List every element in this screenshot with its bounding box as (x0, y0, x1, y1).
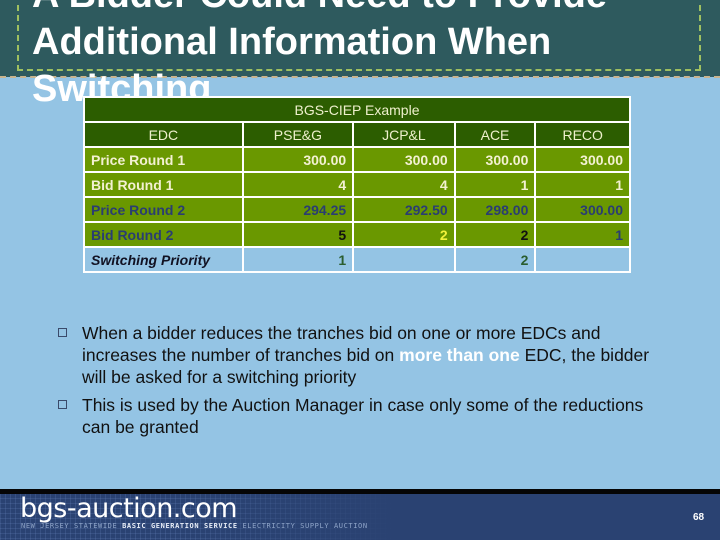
cell-reco: 300.00 (534, 146, 631, 173)
bgs-auction-logo: bgs-auction.com (20, 493, 238, 524)
cell-jcpl: 2 (352, 221, 456, 248)
row-label: Bid Round 1 (83, 171, 244, 198)
table-title: BGS-CIEP Example (83, 96, 631, 123)
title-line-1: A Bidder Could Need to Provide (32, 0, 607, 19)
cell-jcpl (352, 246, 456, 273)
square-bullet-icon (58, 328, 67, 337)
column-header-edc: EDC (83, 121, 244, 148)
column-header-ace: ACE (453, 121, 537, 148)
bullet-text: This is used by the Auction Manager in c… (82, 395, 644, 437)
cell-reco: 1 (534, 171, 631, 198)
bullet-highlight: more than one (399, 345, 520, 365)
cell-reco: 1 (534, 221, 631, 248)
page-number: 68 (693, 512, 705, 523)
column-header-pseg: PSE&G (241, 121, 355, 148)
tagline-part-a: NEW JERSEY STATEWIDE (21, 522, 123, 530)
cell-pseg: 1 (241, 246, 355, 273)
table-row-switching-priority: Switching Priority 1 2 (83, 246, 631, 273)
table-row-bid-round-2: Bid Round 2 5 2 2 1 (83, 221, 631, 248)
row-label: Bid Round 2 (83, 221, 244, 248)
cell-ace: 300.00 (453, 146, 537, 173)
cell-jcpl: 292.50 (352, 196, 456, 223)
bullet-list: When a bidder reduces the tranches bid o… (56, 322, 656, 444)
cell-ace: 2 (453, 246, 537, 273)
table-title-row: BGS-CIEP Example (83, 96, 631, 123)
cell-reco: 300.00 (534, 196, 631, 223)
tagline-part-c: ELECTRICITY SUPPLY AUCTION (237, 522, 368, 530)
cell-ace: 1 (453, 171, 537, 198)
column-header-jcpl: JCP&L (352, 121, 456, 148)
cell-pseg: 4 (241, 171, 355, 198)
cell-jcpl: 300.00 (352, 146, 456, 173)
cell-pseg: 294.25 (241, 196, 355, 223)
cell-pseg: 5 (241, 221, 355, 248)
column-header-reco: RECO (534, 121, 631, 148)
footer-gradient (180, 494, 720, 540)
table-row-bid-round-1: Bid Round 1 4 4 1 1 (83, 171, 631, 198)
table-row-price-round-2: Price Round 2 294.25 292.50 298.00 300.0… (83, 196, 631, 223)
bullet-item: When a bidder reduces the tranches bid o… (56, 322, 656, 388)
cell-jcpl: 4 (352, 171, 456, 198)
cell-ace: 2 (453, 221, 537, 248)
bgs-ciep-example-table: BGS-CIEP Example EDC PSE&G JCP&L ACE REC… (83, 96, 631, 273)
cell-reco (534, 246, 631, 273)
table-row-price-round-1: Price Round 1 300.00 300.00 300.00 300.0… (83, 146, 631, 173)
footer-tagline: NEW JERSEY STATEWIDE BASIC GENERATION SE… (21, 522, 368, 530)
cell-ace: 298.00 (453, 196, 537, 223)
table-header-row: EDC PSE&G JCP&L ACE RECO (83, 121, 631, 148)
cell-pseg: 300.00 (241, 146, 355, 173)
row-label: Switching Priority (83, 246, 244, 273)
square-bullet-icon (58, 400, 67, 409)
row-label: Price Round 2 (83, 196, 244, 223)
row-label: Price Round 1 (83, 146, 244, 173)
tagline-part-b: BASIC GENERATION SERVICE (122, 522, 238, 530)
bullet-item: This is used by the Auction Manager in c… (56, 394, 656, 438)
title-line-2: Additional Information When (32, 21, 552, 63)
